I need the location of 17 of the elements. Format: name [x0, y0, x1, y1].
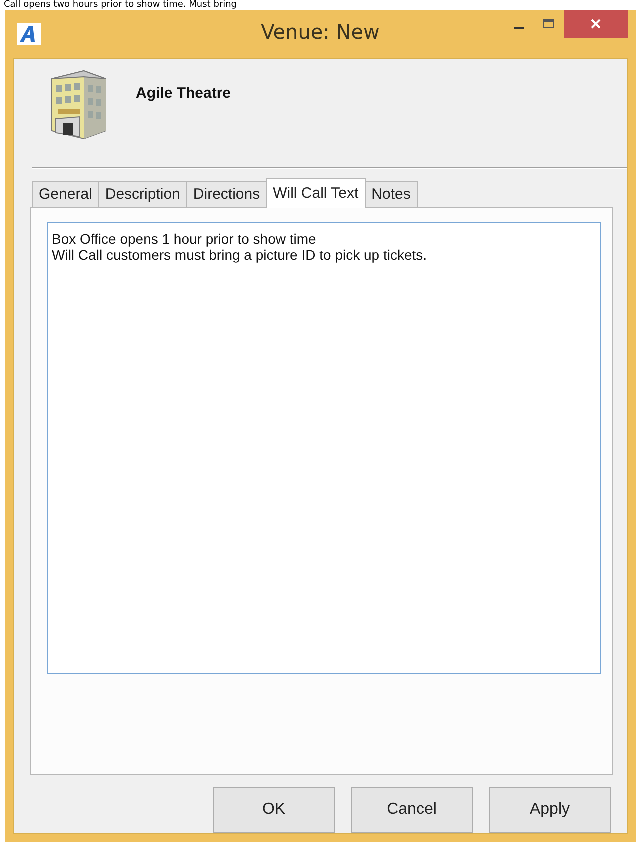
close-button[interactable] — [564, 10, 628, 38]
background-text: Call opens two hours prior to show time. Must bring — [4, 0, 238, 10]
tab[interactable]: Description — [98, 181, 188, 207]
venue-name: Agile Theatre — [136, 85, 232, 102]
app-logo-icon — [17, 23, 41, 45]
close-icon — [590, 18, 602, 30]
tab[interactable]: Notes — [364, 181, 418, 207]
tab[interactable]: Will Call Text — [266, 178, 366, 208]
cancel-button[interactable]: Cancel — [351, 787, 473, 833]
tab[interactable]: General — [32, 181, 100, 207]
maximize-icon — [543, 18, 555, 30]
window-title: Venue: New — [261, 20, 380, 44]
minimize-icon — [514, 27, 524, 29]
tab[interactable]: Directions — [186, 181, 268, 207]
ok-button[interactable]: OK — [213, 787, 335, 833]
apply-button[interactable]: Apply — [489, 787, 611, 833]
text-area[interactable]: Box Office opens 1 hour prior to show time Will Call customers must bring a picture ID to pick up tickets. — [47, 222, 601, 674]
